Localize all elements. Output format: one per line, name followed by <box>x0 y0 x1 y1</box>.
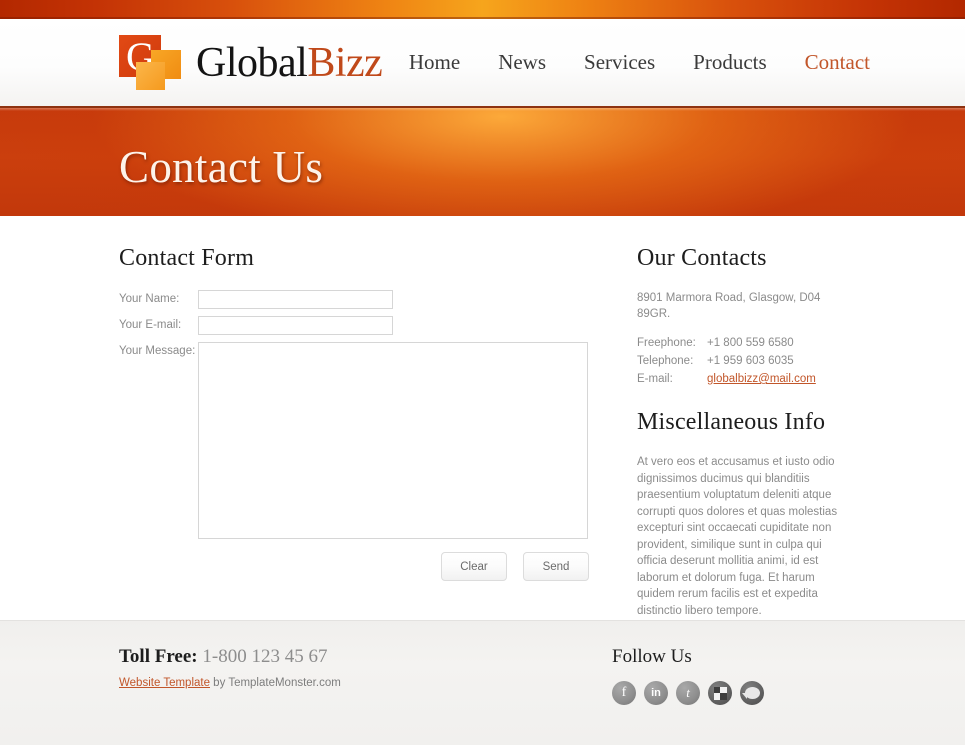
send-button[interactable]: Send <box>523 552 589 581</box>
email-label: E-mail: <box>637 373 673 385</box>
logo-text-accent: Bizz <box>307 39 383 86</box>
nav-item-services[interactable]: Services <box>584 50 655 75</box>
logo-square-front <box>136 61 165 90</box>
footer-left-block: Toll Free: 1-800 123 45 67 Website Templ… <box>119 646 341 689</box>
contact-form-title: Contact Form <box>119 245 255 271</box>
misc-info-title: Miscellaneous Info <box>637 409 826 435</box>
email-input[interactable] <box>198 316 393 335</box>
sidebar-contacts-section: Our Contacts 8901 Marmora Road, Glasgow,… <box>637 245 852 619</box>
page-banner: Contact Us <box>0 108 965 216</box>
contact-row-email: E-mail: globalbizz@mail.com <box>637 371 852 387</box>
facebook-glyph: f <box>621 685 627 700</box>
logo-wordmark: GlobalBizz <box>196 39 383 87</box>
misc-info-body: At vero eos et accusamus et iusto odio d… <box>637 456 838 617</box>
telephone-value: +1 959 603 6035 <box>707 355 794 367</box>
label-your-message: Your Message: <box>119 345 196 357</box>
nav-item-products[interactable]: Products <box>693 50 767 75</box>
toll-free-line: Toll Free: 1-800 123 45 67 <box>119 646 341 668</box>
field-row-message: Your Message: <box>119 342 599 539</box>
main-navigation: Home News Services Products Contact <box>409 50 870 75</box>
delicious-grid <box>713 686 727 700</box>
chat-icon[interactable] <box>740 681 764 705</box>
email-value-wrap: globalbizz@mail.com <box>707 371 816 387</box>
website-template-link[interactable]: Website Template <box>119 677 210 689</box>
linkedin-glyph: in <box>651 687 661 699</box>
facebook-icon[interactable]: f <box>612 681 636 705</box>
nav-item-contact[interactable]: Contact <box>805 50 870 75</box>
footer-credit: Website Template by TemplateMonster.com <box>119 677 341 689</box>
contact-row-freephone: Freephone: +1 800 559 6580 <box>637 335 852 351</box>
contact-address: 8901 Marmora Road, Glasgow, D04 89GR. <box>637 292 821 320</box>
footer-right-block: Follow Us f in t <box>612 646 764 705</box>
freephone-value: +1 800 559 6580 <box>707 337 794 349</box>
follow-us-title: Follow Us <box>612 646 692 667</box>
field-row-name: Your Name: <box>119 290 599 309</box>
logo-text-primary: Global <box>196 39 308 86</box>
site-logo[interactable]: G GlobalBizz <box>119 34 383 91</box>
toll-free-number: 1-800 123 45 67 <box>202 646 328 667</box>
label-your-email: Your E-mail: <box>119 319 182 331</box>
top-gradient-bar <box>0 0 965 19</box>
form-actions: Clear Send <box>119 552 589 581</box>
freephone-label: Freephone: <box>637 337 696 349</box>
twitter-icon[interactable]: t <box>676 681 700 705</box>
chat-bubble-shape <box>741 687 760 699</box>
clear-button[interactable]: Clear <box>441 552 507 581</box>
contact-row-telephone: Telephone: +1 959 603 6035 <box>637 353 852 369</box>
telephone-label: Telephone: <box>637 355 694 367</box>
page-title: Contact Us <box>119 142 324 192</box>
email-link[interactable]: globalbizz@mail.com <box>707 373 816 385</box>
our-contacts-title: Our Contacts <box>637 245 767 271</box>
message-textarea[interactable] <box>198 342 588 539</box>
field-row-email: Your E-mail: <box>119 316 599 335</box>
name-input[interactable] <box>198 290 393 309</box>
twitter-glyph: t <box>686 685 690 700</box>
social-links: f in t <box>612 681 764 705</box>
contact-form-section: Contact Form Your Name: Your E-mail: You… <box>119 245 599 581</box>
main-content: Contact Form Your Name: Your E-mail: You… <box>0 216 965 617</box>
logo-mark-icon: G <box>119 34 186 91</box>
toll-free-label: Toll Free: <box>119 646 198 667</box>
label-your-name: Your Name: <box>119 293 180 305</box>
credit-rest-text: by TemplateMonster.com <box>209 677 341 689</box>
delicious-icon[interactable] <box>708 681 732 705</box>
site-footer: Toll Free: 1-800 123 45 67 Website Templ… <box>0 620 965 745</box>
nav-item-news[interactable]: News <box>498 50 546 75</box>
contact-form: Your Name: Your E-mail: Your Message: Cl… <box>119 290 599 581</box>
site-header: G GlobalBizz Home News Services Products… <box>0 19 965 108</box>
nav-item-home[interactable]: Home <box>409 50 460 75</box>
linkedin-icon[interactable]: in <box>644 681 668 705</box>
